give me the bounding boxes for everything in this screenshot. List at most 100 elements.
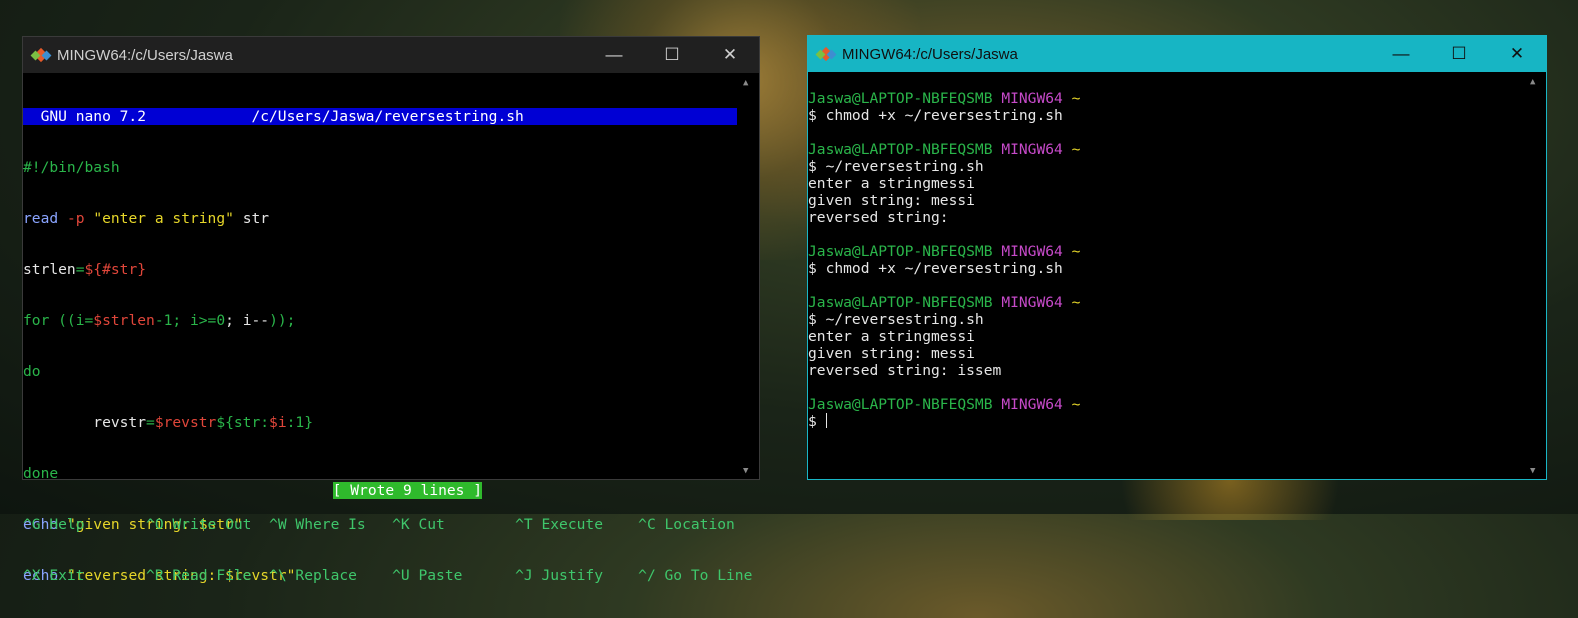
prompt-env: MINGW64 bbox=[1001, 294, 1063, 311]
var-revstr: revstr bbox=[23, 414, 147, 431]
minimize-button[interactable]: — bbox=[1372, 36, 1430, 72]
prompt-user: Jaswa@LAPTOP-NBFEQSMB bbox=[808, 396, 993, 413]
terminal-client-area[interactable]: GNU nano 7.2 /c/Users/Jaswa/reversestrin… bbox=[23, 74, 759, 584]
prompt-env: MINGW64 bbox=[1001, 90, 1063, 107]
shortcut-key[interactable]: ^/ bbox=[638, 567, 656, 584]
scrollbar[interactable]: ▲ ▼ bbox=[1524, 73, 1546, 479]
shortcut-key[interactable]: ^T bbox=[515, 516, 533, 533]
bash-terminal-window[interactable]: MINGW64:/c/Users/Jaswa — ☐ ✕ Jaswa@LAPTO… bbox=[807, 35, 1547, 480]
shortcut-label[interactable]: Where Is bbox=[287, 516, 384, 533]
shortcut-label[interactable]: Exit bbox=[41, 567, 138, 584]
nano-editor[interactable]: GNU nano 7.2 /c/Users/Jaswa/reversestrin… bbox=[23, 74, 737, 584]
prompt-symbol: $ bbox=[808, 413, 826, 430]
git-bash-icon bbox=[815, 45, 837, 63]
code-line-2[interactable]: read -p "enter a string" str bbox=[23, 210, 737, 227]
shortcut-label[interactable]: Location bbox=[656, 516, 735, 533]
terminal-client-area[interactable]: Jaswa@LAPTOP-NBFEQSMB MINGW64 ~ $ chmod +… bbox=[808, 73, 1546, 479]
shortcut-key[interactable]: ^O bbox=[146, 516, 164, 533]
shortcut-row-1: ^G Help ^O Write Out ^W Where Is ^K Cut … bbox=[23, 516, 752, 533]
shortcut-label[interactable]: Cut bbox=[410, 516, 507, 533]
kw-for: for bbox=[23, 312, 50, 329]
close-button[interactable]: ✕ bbox=[701, 37, 759, 73]
shortcut-key[interactable]: ^W bbox=[269, 516, 287, 533]
var-str: str bbox=[233, 210, 270, 227]
nano-header: GNU nano 7.2 /c/Users/Jaswa/reversestrin… bbox=[23, 108, 737, 125]
prompt-user: Jaswa@LAPTOP-NBFEQSMB bbox=[808, 141, 993, 158]
scroll-down-icon[interactable]: ▼ bbox=[1530, 466, 1535, 476]
nano-terminal-window[interactable]: MINGW64:/c/Users/Jaswa — ☐ ✕ GNU nano 7.… bbox=[22, 36, 760, 584]
maximize-button[interactable]: ☐ bbox=[643, 37, 701, 73]
scroll-down-icon[interactable]: ▼ bbox=[743, 466, 748, 476]
shortcut-label[interactable]: Help bbox=[41, 516, 138, 533]
for-open: ((i= bbox=[49, 312, 94, 329]
var-revstr-ref: $revstr bbox=[154, 414, 217, 431]
shortcut-label[interactable]: Read File bbox=[164, 567, 261, 584]
code-line-4[interactable]: for ((i=$strlen-1; i>=0; i--)); bbox=[23, 312, 737, 329]
substr-close: :1} bbox=[286, 414, 313, 431]
prompt-dir: ~ bbox=[1071, 396, 1081, 413]
shortcut-label[interactable]: Execute bbox=[533, 516, 630, 533]
prompt-env: MINGW64 bbox=[1001, 243, 1063, 260]
shortcut-bar: ^G Help ^O Write Out ^W Where Is ^K Cut … bbox=[23, 482, 752, 618]
prompt-user: Jaswa@LAPTOP-NBFEQSMB bbox=[808, 243, 993, 260]
input-line[interactable]: $ bbox=[808, 413, 1524, 430]
prompt-env: MINGW64 bbox=[1001, 396, 1063, 413]
minimize-button[interactable]: — bbox=[585, 37, 643, 73]
prompt-line: Jaswa@LAPTOP-NBFEQSMB MINGW64 ~ bbox=[808, 90, 1524, 107]
titlebar[interactable]: MINGW64:/c/Users/Jaswa — ☐ ✕ bbox=[23, 37, 759, 73]
git-bash-icon bbox=[30, 46, 52, 64]
terminal-output[interactable]: Jaswa@LAPTOP-NBFEQSMB MINGW64 ~ $ chmod +… bbox=[808, 73, 1524, 479]
shortcut-label[interactable]: Write Out bbox=[164, 516, 261, 533]
command-line: $ ~/reversestring.sh bbox=[808, 158, 984, 175]
shortcut-key[interactable]: ^J bbox=[515, 567, 533, 584]
scrollbar[interactable]: ▲ ▼ bbox=[737, 74, 759, 479]
code-line-3[interactable]: strlen=${#str} bbox=[23, 261, 737, 278]
output-line: given string: messi bbox=[808, 345, 975, 362]
shortcut-key[interactable]: ^X bbox=[23, 567, 41, 584]
op-ge: >= bbox=[198, 312, 217, 329]
output-line: reversed string: issem bbox=[808, 362, 1002, 379]
command-line: $ ~/reversestring.sh bbox=[808, 311, 984, 328]
assign-op: = bbox=[146, 414, 155, 431]
substr-open: ${str: bbox=[216, 414, 270, 431]
code-line-1[interactable]: #!/bin/bash bbox=[23, 159, 737, 176]
prompt-line: Jaswa@LAPTOP-NBFEQSMB MINGW64 ~ bbox=[808, 141, 1524, 158]
prompt-line: Jaswa@LAPTOP-NBFEQSMB MINGW64 ~ bbox=[808, 294, 1524, 311]
scroll-up-icon[interactable]: ▲ bbox=[1530, 77, 1535, 87]
shortcut-key[interactable]: ^U bbox=[392, 567, 410, 584]
window-title: MINGW64:/c/Users/Jaswa bbox=[57, 46, 233, 64]
shortcut-key[interactable]: ^C bbox=[638, 516, 656, 533]
shortcut-key[interactable]: ^K bbox=[392, 516, 410, 533]
command-line: $ chmod +x ~/reversestring.sh bbox=[808, 107, 1063, 124]
maximize-button[interactable]: ☐ bbox=[1430, 36, 1488, 72]
prompt-line: Jaswa@LAPTOP-NBFEQSMB MINGW64 ~ bbox=[808, 243, 1524, 260]
shortcut-label[interactable]: Justify bbox=[533, 567, 630, 584]
titlebar[interactable]: MINGW64:/c/Users/Jaswa — ☐ ✕ bbox=[808, 36, 1546, 72]
code-line-6[interactable]: revstr=$revstr${str:$i:1} bbox=[23, 414, 737, 431]
output-line: enter a stringmessi bbox=[808, 175, 975, 192]
output-line: enter a stringmessi bbox=[808, 328, 975, 345]
var-strlen: $strlen bbox=[93, 312, 155, 329]
scroll-up-icon[interactable]: ▲ bbox=[743, 78, 748, 88]
shortcut-key[interactable]: ^G bbox=[23, 516, 41, 533]
shortcut-key[interactable]: ^\ bbox=[269, 567, 287, 584]
shortcut-label[interactable]: Go To Line bbox=[656, 567, 753, 584]
output-line: reversed string: bbox=[808, 209, 949, 226]
code-line-5[interactable]: do bbox=[23, 363, 737, 380]
shortcut-key[interactable]: ^R bbox=[146, 567, 164, 584]
shortcut-label[interactable]: Paste bbox=[410, 567, 507, 584]
prompt-env: MINGW64 bbox=[1001, 141, 1063, 158]
for-mid2: ; i bbox=[225, 312, 252, 329]
var-name: strlen bbox=[23, 261, 76, 278]
for-close: )); bbox=[269, 312, 296, 329]
shortcut-label[interactable]: Replace bbox=[287, 567, 384, 584]
prompt-user: Jaswa@LAPTOP-NBFEQSMB bbox=[808, 294, 993, 311]
for-mid1: -1; i bbox=[154, 312, 199, 329]
prompt-line: Jaswa@LAPTOP-NBFEQSMB MINGW64 ~ bbox=[808, 396, 1524, 413]
op-dec: -- bbox=[251, 312, 270, 329]
close-button[interactable]: ✕ bbox=[1488, 36, 1546, 72]
